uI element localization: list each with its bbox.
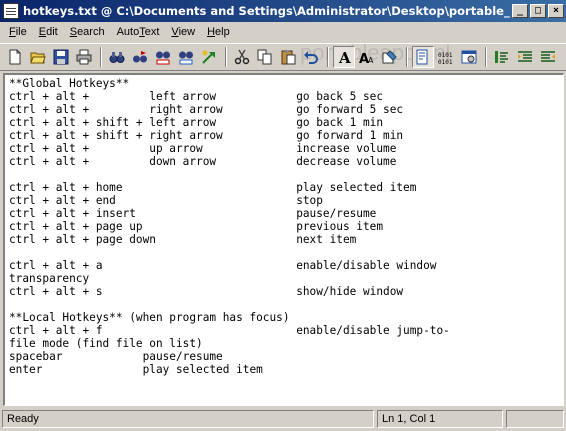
align-left-button[interactable] <box>491 46 513 68</box>
text-editor[interactable]: **Global Hotkeys** ctrl + alt + left arro… <box>3 73 564 406</box>
svg-text:0101: 0101 <box>438 59 453 65</box>
floppy-icon <box>53 49 69 65</box>
editor-line: ctrl + alt + page up previous item <box>9 220 384 233</box>
outdent-icon <box>541 51 555 62</box>
editor-line: ctrl + alt + end stop <box>9 194 323 207</box>
binoculars-icon <box>109 52 125 63</box>
editor-content: **Global Hotkeys** ctrl + alt + left arro… <box>9 77 563 376</box>
window-title: hotkeys.txt @ C:\Documents and Settings\… <box>23 4 510 18</box>
toolbar-separator <box>327 47 329 67</box>
editor-line: file mode (find file on list) <box>9 337 203 350</box>
editor-line: spacebar pause/resume <box>9 350 223 363</box>
editor-line: **Global Hotkeys** <box>9 77 130 90</box>
editor-line: enter play selected item <box>9 363 263 376</box>
copy-button[interactable] <box>254 46 276 68</box>
editor-line: **Local Hotkeys** (when program has focu… <box>9 311 290 324</box>
open-folder-icon <box>30 52 46 64</box>
undo-button[interactable] <box>300 46 322 68</box>
print-button[interactable] <box>73 46 95 68</box>
minimize-button[interactable]: _ <box>512 4 528 18</box>
svg-text:A: A <box>338 49 351 65</box>
save-button[interactable] <box>50 46 72 68</box>
undo-icon <box>304 51 318 64</box>
font-icon: A <box>338 49 351 65</box>
toolbar-separator <box>485 47 487 67</box>
svg-text:A: A <box>368 56 374 65</box>
cut-button[interactable] <box>231 46 253 68</box>
toolbar-separator <box>225 47 227 67</box>
properties-button[interactable] <box>379 46 401 68</box>
goto-arrow-icon <box>202 50 215 64</box>
goto-button[interactable] <box>198 46 220 68</box>
editor-line: ctrl + alt + up arrow increase volume <box>9 142 397 155</box>
menu-help[interactable]: Help <box>201 26 236 38</box>
editor-line: ctrl + alt + down arrow decrease volume <box>9 155 397 168</box>
word-wrap-button[interactable] <box>412 46 434 68</box>
menu-view[interactable]: View <box>165 26 201 38</box>
menu-search[interactable]: Search <box>64 26 111 38</box>
replace-button[interactable] <box>152 46 174 68</box>
status-message: Ready <box>2 410 374 428</box>
menu-autotext[interactable]: AutoText <box>111 26 166 38</box>
menu-bar: File Edit Search AutoText View Help port… <box>0 22 566 65</box>
toolbar: A AA 0101 0101 <box>0 43 566 71</box>
menu-file[interactable]: File <box>3 26 33 38</box>
editor-line: ctrl + alt + left arrow go back 5 sec <box>9 90 384 103</box>
indent-icon <box>518 51 532 62</box>
editor-line: ctrl + alt + shift + left arrow go back … <box>9 116 384 129</box>
paste-button[interactable] <box>277 46 299 68</box>
close-button[interactable]: × <box>548 4 564 18</box>
new-file-icon <box>9 49 21 65</box>
indent-button[interactable] <box>514 46 536 68</box>
editor-line: ctrl + alt + insert pause/resume <box>9 207 377 220</box>
text-size-icon: AA <box>359 52 374 65</box>
cursor-position: Ln 1, Col 1 <box>377 410 503 428</box>
status-bar: Ready Ln 1, Col 1 <box>0 407 566 431</box>
title-bar[interactable]: hotkeys.txt @ C:\Documents and Settings\… <box>0 0 566 22</box>
binoculars-text-icon <box>179 51 193 65</box>
editor-line: ctrl + alt + right arrow go forward 5 se… <box>9 103 404 116</box>
align-left-icon <box>495 51 508 63</box>
toolbar-separator <box>100 47 102 67</box>
svg-text:0101: 0101 <box>438 52 453 59</box>
replace-icon <box>156 51 170 65</box>
editor-line: ctrl + alt + a enable/disable window <box>9 259 437 272</box>
find-next-button[interactable] <box>129 46 151 68</box>
maximize-button[interactable]: □ <box>530 4 546 18</box>
window-icon <box>461 50 477 64</box>
notepad-icon <box>3 3 19 19</box>
status-extra <box>506 410 564 428</box>
editor-line: ctrl + alt + s show/hide window <box>9 285 404 298</box>
font-button[interactable]: A <box>333 46 355 68</box>
clipboard-icon <box>281 50 296 65</box>
copy-icon <box>257 49 272 65</box>
printer-icon <box>76 49 92 65</box>
binoculars-arrow-icon <box>133 51 147 63</box>
editor-line: ctrl + alt + f enable/disable jump-to- <box>9 324 450 337</box>
window-view-button[interactable] <box>458 46 480 68</box>
editor-line: ctrl + alt + shift + right arrow go forw… <box>9 129 404 142</box>
scissors-icon <box>234 49 250 65</box>
binary-view-button[interactable]: 0101 0101 <box>435 46 457 68</box>
menu-edit[interactable]: Edit <box>33 26 64 38</box>
word-wrap-icon <box>416 49 428 65</box>
binary-icon: 01010101 <box>438 52 453 65</box>
regex-search-button[interactable] <box>175 46 197 68</box>
toolbar-separator <box>406 47 408 67</box>
text-size-button[interactable]: AA <box>356 46 378 68</box>
properties-icon <box>382 50 397 64</box>
editor-line: ctrl + alt + page down next item <box>9 233 357 246</box>
find-button[interactable] <box>106 46 128 68</box>
editor-line: ctrl + alt + home play selected item <box>9 181 417 194</box>
editor-line: transparency <box>9 272 90 285</box>
outdent-button[interactable] <box>537 46 559 68</box>
new-file-button[interactable] <box>4 46 26 68</box>
open-file-button[interactable] <box>27 46 49 68</box>
